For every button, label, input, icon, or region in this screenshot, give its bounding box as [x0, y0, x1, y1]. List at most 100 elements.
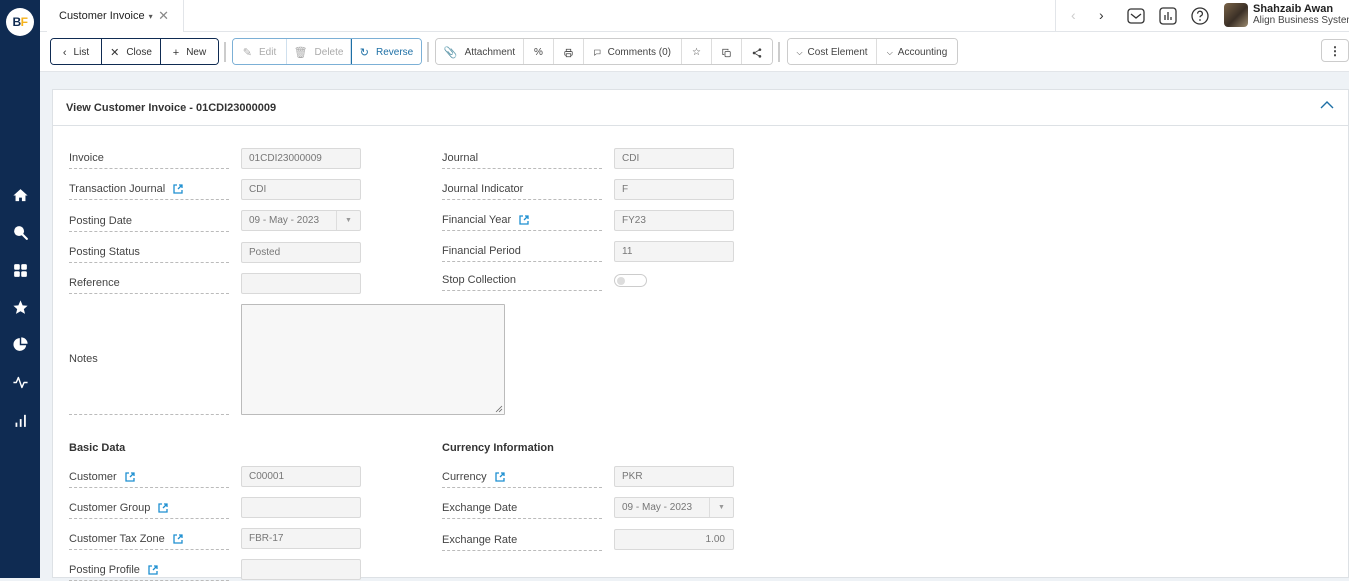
posting-status-field[interactable]: Posted — [241, 242, 361, 263]
copy-button[interactable] — [712, 39, 742, 65]
basic-data-heading: Basic Data — [69, 442, 125, 454]
caret-down-icon[interactable]: ▼ — [709, 498, 733, 517]
avatar[interactable] — [1224, 3, 1248, 27]
caret-down-icon[interactable]: ▼ — [336, 211, 360, 230]
customer-group-field[interactable] — [241, 497, 361, 518]
user-organization: Align Business System — [1253, 15, 1349, 26]
comments-button[interactable]: Comments (0) — [584, 39, 682, 65]
customer-field[interactable]: C00001 — [241, 466, 361, 487]
refresh-icon: ↻ — [360, 46, 369, 59]
customer-tax-zone-field[interactable]: FBR-17 — [241, 528, 361, 549]
external-link-icon[interactable] — [125, 472, 135, 482]
exchange-rate-label: Exchange Rate — [442, 533, 602, 551]
external-link-icon[interactable] — [495, 472, 505, 482]
bar-chart-icon[interactable] — [10, 410, 30, 430]
accounting-dropdown[interactable]: ⌵Accounting — [877, 39, 957, 65]
reference-label: Reference — [69, 276, 229, 294]
external-link-icon[interactable] — [158, 503, 168, 513]
posting-date-picker[interactable]: 09 - May - 2023 ▼ — [241, 210, 361, 231]
pie-chart-icon[interactable] — [10, 334, 30, 354]
toolbar: ‹List ✕ Close +New ✎ Edit 🗑Delete ↻ Reverse… — [40, 32, 1349, 72]
external-link-icon[interactable] — [148, 565, 158, 575]
exchange-date-picker[interactable]: 09 - May - 2023▼ — [614, 497, 734, 518]
external-link-icon[interactable] — [173, 184, 183, 194]
edit-button[interactable]: ✎ Edit — [233, 39, 287, 65]
edit-button-label: Edit — [259, 47, 276, 58]
stop-collection-toggle[interactable] — [614, 274, 647, 287]
resize-handle-icon[interactable] — [495, 405, 503, 413]
close-button[interactable]: ✕ Close — [102, 39, 161, 65]
journal-indicator-label: Journal Indicator — [442, 182, 602, 200]
header-actions: ‹ › Shahzaib Awan Align Business System — [1055, 0, 1349, 32]
navigation-button-group: ‹List ✕ Close +New — [50, 38, 219, 65]
chevron-down-icon: ⌵ — [796, 48, 802, 58]
close-icon: ✕ — [110, 46, 119, 59]
toolbar-divider — [778, 42, 780, 62]
pencil-icon: ✎ — [243, 46, 252, 59]
star-outline-icon: ☆ — [692, 47, 701, 58]
chevron-left-icon: ‹ — [63, 47, 67, 59]
close-button-label: Close — [126, 47, 152, 58]
reverse-button-label: Reverse — [376, 47, 413, 58]
journal-field[interactable]: CDI — [614, 148, 734, 169]
chevron-right-icon[interactable]: › — [1099, 7, 1104, 23]
user-name[interactable]: Shahzaib Awan — [1253, 3, 1333, 15]
currency-field[interactable]: PKR — [614, 466, 734, 487]
apps-grid-icon[interactable] — [10, 260, 30, 280]
financial-year-field[interactable]: FY23 — [614, 210, 734, 231]
financial-period-label: Financial Period — [442, 244, 602, 262]
customer-tax-zone-label: Customer Tax Zone — [69, 532, 229, 550]
financial-year-label: Financial Year — [442, 213, 602, 231]
home-icon[interactable] — [10, 185, 30, 205]
favorite-button[interactable]: ☆ — [682, 39, 712, 65]
list-button[interactable]: ‹List — [51, 39, 102, 65]
invoice-field[interactable]: 01CDI23000009 — [241, 148, 361, 169]
page-title: View Customer Invoice - 01CDI23000009 — [66, 102, 276, 114]
new-button[interactable]: +New — [161, 39, 218, 65]
reverse-button[interactable]: ↻ Reverse — [351, 39, 421, 65]
label-text: Transaction Journal — [69, 182, 165, 196]
search-icon[interactable] — [10, 222, 30, 242]
help-icon[interactable] — [1190, 6, 1210, 26]
logo-letter-f: F — [21, 15, 28, 29]
attachment-button[interactable]: 📎Attachment — [436, 39, 524, 65]
share-button[interactable] — [742, 39, 772, 65]
cost-element-dropdown[interactable]: ⌵Cost Element — [788, 39, 877, 65]
reference-field[interactable] — [241, 273, 361, 294]
more-options-button[interactable]: ⋮ — [1321, 39, 1349, 62]
chevron-up-icon[interactable] — [1320, 100, 1334, 110]
accounting-label: Accounting — [898, 47, 947, 58]
posting-date-label: Posting Date — [69, 214, 229, 232]
notes-textarea[interactable] — [241, 304, 505, 415]
customer-label: Customer — [69, 470, 229, 488]
currency-label: Currency — [442, 470, 602, 488]
delete-button[interactable]: 🗑Delete — [287, 39, 351, 65]
sidebar: BF — [0, 0, 40, 578]
exchange-rate-field[interactable]: 1.00 — [614, 529, 734, 550]
external-link-icon[interactable] — [519, 215, 529, 225]
report-icon[interactable] — [1158, 6, 1178, 26]
close-icon[interactable]: ✕ — [158, 8, 169, 24]
exchange-date-label: Exchange Date — [442, 501, 602, 519]
tab-customer-invoice[interactable]: Customer Invoice ▾ ✕ — [47, 0, 184, 32]
transaction-journal-field[interactable]: CDI — [241, 179, 361, 200]
percent-button[interactable]: % — [524, 39, 554, 65]
star-icon[interactable] — [10, 297, 30, 317]
toggle-knob — [617, 277, 625, 285]
posting-date-value: 09 - May - 2023 — [249, 215, 319, 226]
comment-icon — [594, 47, 601, 58]
chevron-left-icon[interactable]: ‹ — [1071, 7, 1076, 23]
notes-label: Notes — [69, 352, 229, 415]
activity-icon[interactable] — [10, 372, 30, 392]
app-logo[interactable]: BF — [6, 8, 34, 36]
print-button[interactable] — [554, 39, 584, 65]
mail-icon[interactable] — [1126, 6, 1146, 26]
share-icon — [752, 47, 762, 59]
external-link-icon[interactable] — [173, 534, 183, 544]
chevron-down-icon[interactable]: ▾ — [149, 12, 153, 21]
financial-period-field[interactable]: 11 — [614, 241, 734, 262]
label-text: Posting Date — [69, 214, 132, 228]
posting-profile-field[interactable] — [241, 559, 361, 580]
more-vertical-icon: ⋮ — [1329, 44, 1341, 58]
journal-indicator-field[interactable]: F — [614, 179, 734, 200]
